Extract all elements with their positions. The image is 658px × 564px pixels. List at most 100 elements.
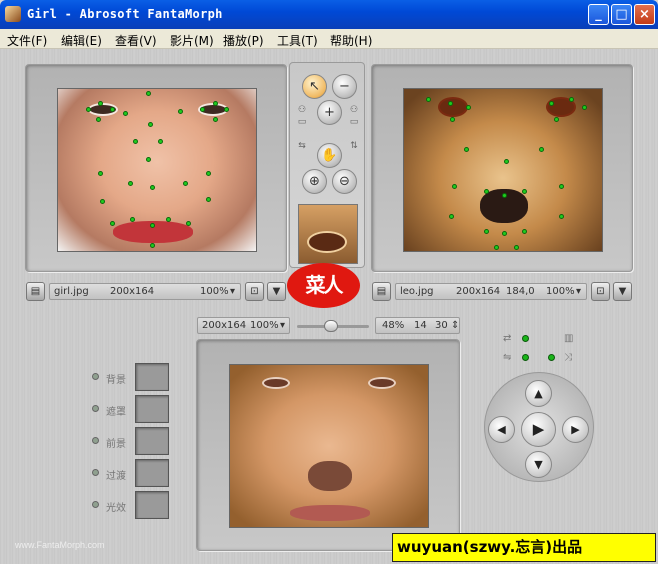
keypoint[interactable]	[502, 193, 507, 198]
menu-file[interactable]: 文件(F)	[7, 32, 47, 49]
layer-foreground[interactable]: 前景	[92, 427, 182, 457]
reverse-led[interactable]	[522, 354, 529, 361]
keypoint[interactable]	[514, 245, 519, 250]
current-frame[interactable]: 14	[414, 318, 427, 333]
layer-background[interactable]: 背景	[92, 363, 182, 393]
keypoint[interactable]	[110, 107, 115, 112]
keypoint[interactable]	[148, 122, 153, 127]
keypoint[interactable]	[146, 91, 151, 96]
layer-transition[interactable]: 过渡	[92, 459, 182, 489]
keypoint[interactable]	[200, 107, 205, 112]
close-button[interactable]: ×	[634, 4, 655, 25]
keypoint[interactable]	[504, 159, 509, 164]
keypoint[interactable]	[110, 221, 115, 226]
keypoint[interactable]	[549, 101, 554, 106]
chevron-down-icon[interactable]: ▾	[230, 284, 235, 299]
keypoint[interactable]	[450, 117, 455, 122]
remove-point-icon[interactable]: −	[332, 74, 357, 99]
layer-light[interactable]: 光效	[92, 491, 182, 521]
link-icon[interactable]: ⚇	[296, 105, 308, 115]
last-frame-icon[interactable]: ▼	[525, 451, 552, 478]
keypoint[interactable]	[178, 109, 183, 114]
keypoint[interactable]	[206, 197, 211, 202]
navigator-thumbnail[interactable]	[298, 204, 358, 264]
chevron-down-icon[interactable]: ▾	[576, 284, 581, 299]
keypoint[interactable]	[484, 229, 489, 234]
hand-tool-icon[interactable]: ✋	[317, 143, 342, 168]
keypoint[interactable]	[539, 147, 544, 152]
keypoint[interactable]	[150, 223, 155, 228]
copy-left-icon[interactable]: ▭	[296, 117, 308, 127]
keypoint[interactable]	[150, 185, 155, 190]
layer-thumbnail[interactable]	[135, 427, 169, 455]
filter-icon-right[interactable]: ▼	[613, 282, 632, 301]
keypoint[interactable]	[98, 171, 103, 176]
layer-toggle[interactable]	[92, 501, 99, 508]
keypoint[interactable]	[86, 107, 91, 112]
menu-edit[interactable]: 编辑(E)	[61, 32, 102, 49]
keypoint[interactable]	[426, 97, 431, 102]
menu-tools[interactable]: 工具(T)	[277, 32, 318, 49]
maximize-button[interactable]: □	[611, 4, 632, 25]
keypoint[interactable]	[98, 101, 103, 106]
keypoint[interactable]	[464, 147, 469, 152]
open-folder-icon-right[interactable]: ▤	[372, 282, 391, 301]
keypoint[interactable]	[213, 117, 218, 122]
reverse-icon[interactable]: ⇋	[503, 352, 511, 363]
layer-toggle[interactable]	[92, 373, 99, 380]
keypoint[interactable]	[146, 157, 151, 162]
left-zoom[interactable]: 100%	[200, 284, 229, 299]
film-icon[interactable]: ▥	[564, 333, 573, 344]
previous-frame-icon[interactable]: ◀	[488, 416, 515, 443]
output-size[interactable]: 200x164	[202, 318, 246, 333]
keypoint[interactable]	[150, 243, 155, 248]
menu-help[interactable]: 帮助(H)	[330, 32, 372, 49]
right-zoom[interactable]: 100%	[546, 284, 575, 299]
layer-thumbnail[interactable]	[135, 363, 169, 391]
keypoint[interactable]	[522, 229, 527, 234]
keypoint[interactable]	[224, 107, 229, 112]
copy-right-icon[interactable]: ▭	[348, 117, 360, 127]
keypoint[interactable]	[522, 189, 527, 194]
first-frame-icon[interactable]: ▲	[525, 380, 552, 407]
next-frame-icon[interactable]: ▶	[562, 416, 589, 443]
chevron-down-icon[interactable]: ▾	[280, 318, 285, 333]
keypoint[interactable]	[186, 221, 191, 226]
pointer-tool-icon[interactable]: ↖	[302, 74, 327, 99]
layer-thumbnail[interactable]	[135, 395, 169, 423]
fit-icon-right[interactable]: ⊡	[591, 282, 610, 301]
loop-icon[interactable]: ⇄	[503, 333, 511, 344]
menu-view[interactable]: 查看(V)	[115, 32, 157, 49]
open-folder-icon[interactable]: ▤	[26, 282, 45, 301]
swap-icon[interactable]: ⇆	[296, 141, 308, 151]
keypoint[interactable]	[130, 217, 135, 222]
filter-icon[interactable]: ▼	[267, 282, 286, 301]
menu-movie[interactable]: 影片(M)	[170, 32, 214, 49]
keypoint[interactable]	[123, 111, 128, 116]
link-icon-right[interactable]: ⚇	[348, 105, 360, 115]
zoom-in-icon[interactable]: ⊕	[302, 169, 327, 194]
source-image-girl[interactable]	[57, 88, 257, 252]
align-icon[interactable]: ⇅	[348, 141, 360, 151]
keypoint[interactable]	[569, 97, 574, 102]
fit-icon[interactable]: ⊡	[245, 282, 264, 301]
play-icon[interactable]: ▶	[521, 412, 556, 447]
keypoint[interactable]	[183, 181, 188, 186]
keypoint[interactable]	[484, 189, 489, 194]
app-icon[interactable]	[5, 6, 21, 22]
spinner-icon[interactable]: ⇕	[451, 318, 459, 333]
layer-thumbnail[interactable]	[135, 491, 169, 519]
slider-knob[interactable]	[324, 320, 338, 332]
add-point-icon[interactable]: +	[317, 100, 342, 125]
keypoint[interactable]	[100, 199, 105, 204]
keypoint[interactable]	[96, 117, 101, 122]
keypoint[interactable]	[554, 117, 559, 122]
keypoint[interactable]	[158, 139, 163, 144]
loop-led[interactable]	[522, 335, 529, 342]
morph-preview[interactable]	[229, 364, 429, 528]
layer-toggle[interactable]	[92, 405, 99, 412]
keypoint[interactable]	[128, 181, 133, 186]
keypoint[interactable]	[582, 105, 587, 110]
keypoint[interactable]	[213, 101, 218, 106]
keypoint[interactable]	[166, 217, 171, 222]
